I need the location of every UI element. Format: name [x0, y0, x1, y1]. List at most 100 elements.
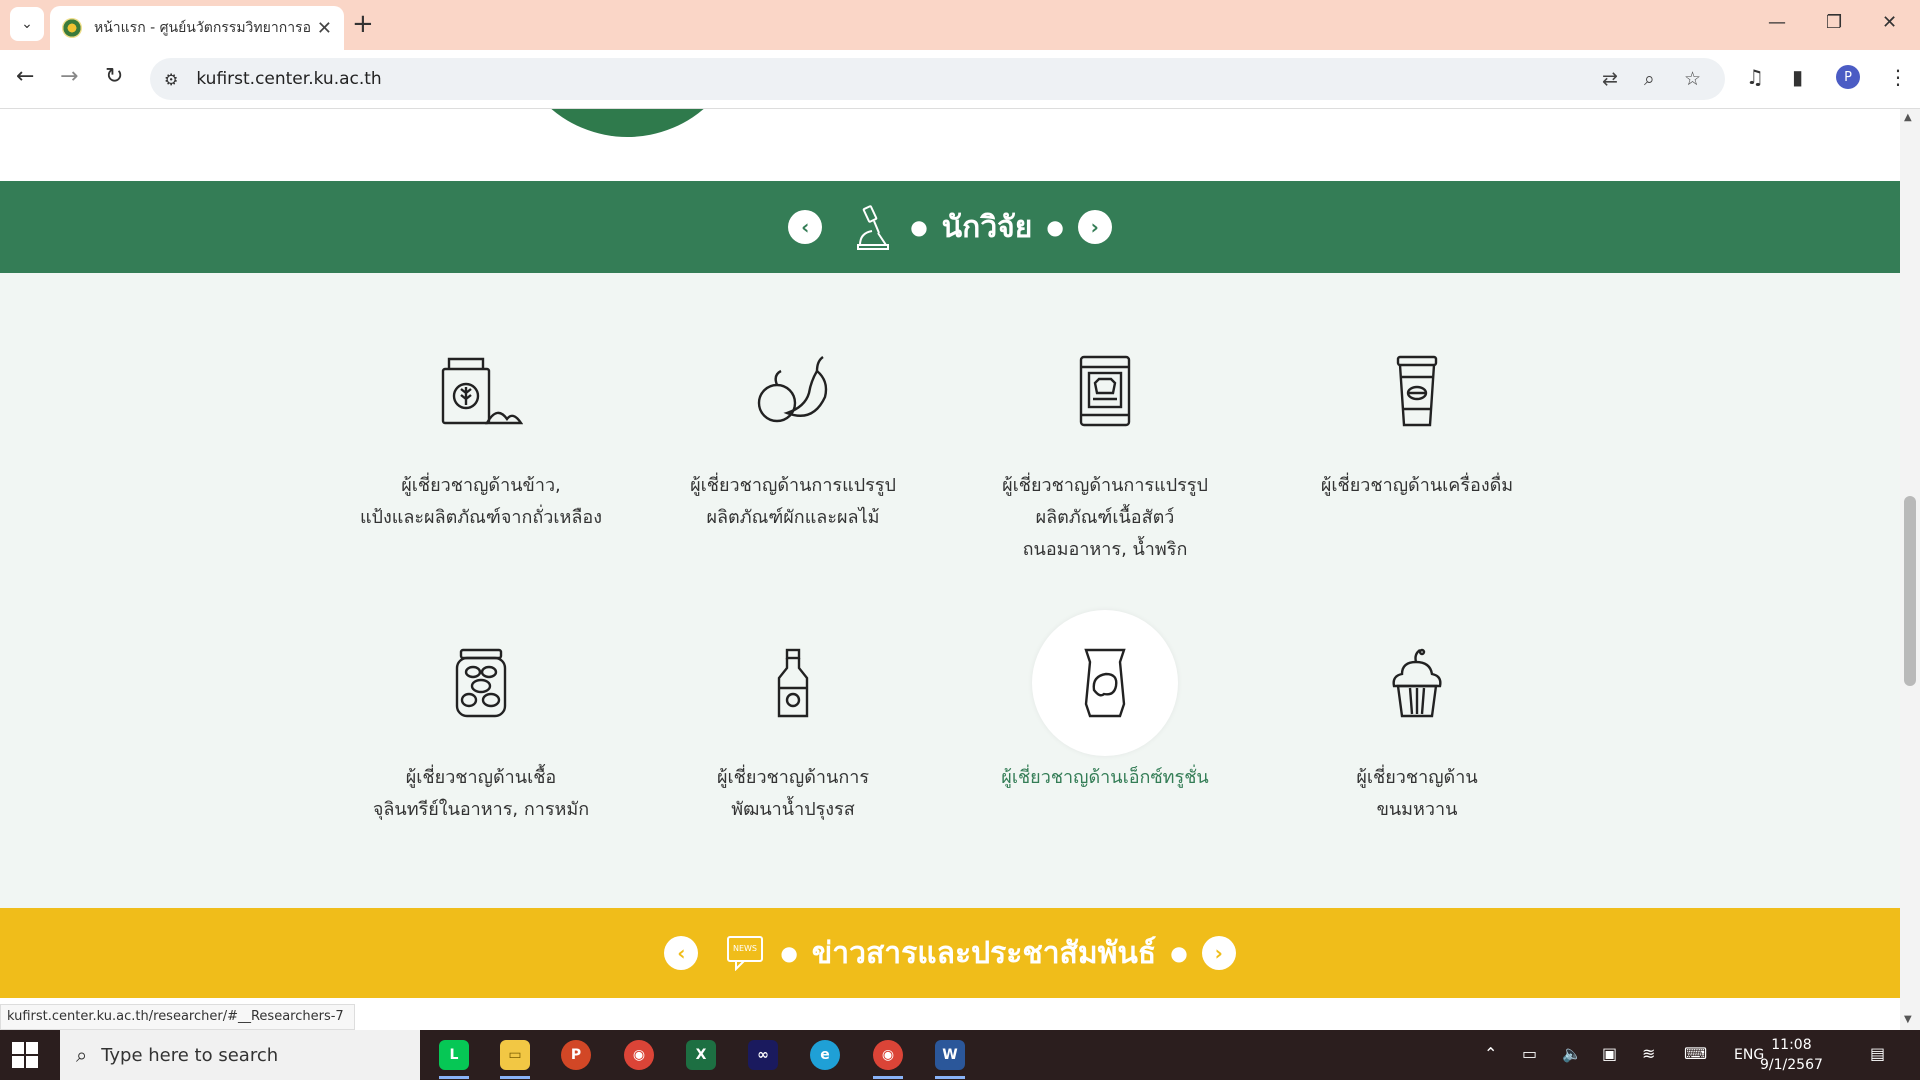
card-label-line: ผู้เชี่ยวชาญด้านข้าว,	[401, 475, 561, 496]
separator-dot: ●	[910, 215, 928, 239]
news-prev-button[interactable]: ‹	[664, 936, 699, 970]
card-label-line: ผู้เชี่ยวชาญด้านการแปรรูป	[1002, 475, 1208, 496]
profile-avatar[interactable]: P	[1836, 65, 1860, 89]
media-controls-icon[interactable]: ♫	[1746, 65, 1764, 89]
card-label-line: จุลินทรีย์ในอาหาร, การหมัก	[372, 799, 590, 820]
close-tab-icon[interactable]: ✕	[317, 18, 332, 39]
battery-icon[interactable]: ▭	[1522, 1044, 1537, 1063]
back-icon[interactable]: ←	[16, 64, 34, 89]
page-viewport: ‹ ● นักวิจัย ● › ผู้เชี่ยวชาญด้านข้าว, แ…	[0, 109, 1900, 1030]
windows-taskbar: ⌕ Type here to search L ▭ P ◉ X ∞ e ◉ W …	[0, 1030, 1920, 1080]
expert-card-dessert[interactable]: ผู้เชี่ยวชาญด้าน ขนมหวาน	[1261, 610, 1573, 826]
card-label-line: ผู้เชี่ยวชาญด้านเครื่องดื่ม	[1320, 475, 1514, 496]
researcher-next-button[interactable]: ›	[1077, 210, 1112, 244]
separator-dot: ●	[1046, 215, 1064, 239]
rice-sack-icon	[441, 357, 523, 425]
card-label-line: ผู้เชี่ยวชาญด้านเชื้อ	[405, 767, 557, 788]
card-label-line: ผลิตภัณฑ์เนื้อสัตว์	[1035, 507, 1175, 528]
expert-card-extrusion[interactable]: ผู้เชี่ยวชาญด้านเอ็กซ์ทรูชั่น	[949, 610, 1261, 794]
canned-meat-icon	[1079, 355, 1131, 427]
scroll-down-icon[interactable]: ▼	[1904, 1014, 1912, 1025]
status-link-preview: kufirst.center.ku.ac.th/researcher/#__Re…	[0, 1004, 355, 1030]
new-tab-button[interactable]: +	[352, 10, 374, 38]
search-placeholder: Type here to search	[101, 1044, 279, 1066]
chrome-icon[interactable]: ◉	[624, 1040, 654, 1070]
card-label-line: ผู้เชี่ยวชาญด้านการแปรรูป	[690, 475, 896, 496]
translate-icon[interactable]: ⇄	[1602, 68, 1618, 90]
expert-card-fruit-vegetable[interactable]: ผู้เชี่ยวชาญด้านการแปรรูป ผลิตภัณฑ์ผักแล…	[637, 318, 949, 534]
clock-date: 9/1/2567	[1760, 1057, 1823, 1073]
expert-card-fermentation[interactable]: ผู้เชี่ยวชาญด้านเชื้อ จุลินทรีย์ในอาหาร,…	[325, 610, 637, 826]
webex-icon[interactable]: ∞	[748, 1040, 778, 1070]
partial-circle-image	[510, 109, 745, 137]
expert-card-beverage[interactable]: ผู้เชี่ยวชาญด้านเครื่องดื่ม	[1261, 318, 1573, 502]
excel-icon[interactable]: X	[686, 1040, 716, 1070]
site-settings-icon[interactable]: ⚙	[164, 70, 178, 89]
microscope-icon	[857, 205, 890, 250]
separator-dot: ●	[780, 941, 798, 965]
expert-card-meat[interactable]: ผู้เชี่ยวชาญด้านการแปรรูป ผลิตภัณฑ์เนื้อ…	[949, 318, 1261, 566]
clock-time: 11:08	[1771, 1037, 1812, 1053]
clock[interactable]: 11:08 9/1/2567	[1760, 1035, 1823, 1075]
fermentation-jar-icon	[455, 648, 507, 718]
researcher-grid: ผู้เชี่ยวชาญด้านข้าว, แป้งและผลิตภัณฑ์จา…	[0, 273, 1900, 908]
url-text[interactable]: kufirst.center.ku.ac.th	[196, 69, 381, 89]
card-label-line: ถนอมอาหาร, น้ำพริก	[1022, 539, 1188, 560]
researcher-header-band: ‹ ● นักวิจัย ● ›	[0, 181, 1900, 273]
file-explorer-icon[interactable]: ▭	[500, 1040, 530, 1070]
tab-title: หน้าแรก - ศูนย์นวัตกรรมวิทยาการอ	[94, 20, 311, 36]
selected-card-highlight	[1032, 610, 1178, 756]
chevron-right-icon: ›	[1214, 941, 1223, 965]
cupcake-icon	[1392, 648, 1442, 718]
close-window-icon[interactable]: ✕	[1882, 12, 1897, 33]
tray-chevron-up-icon[interactable]: ⌃	[1484, 1044, 1497, 1063]
coffee-cup-icon	[1396, 355, 1438, 427]
notifications-icon[interactable]: ▤	[1870, 1044, 1885, 1063]
search-icon: ⌕	[76, 1043, 88, 1067]
address-bar[interactable]: ⚙ kufirst.center.ku.ac.th ⇄ ⌕ ☆	[150, 58, 1725, 100]
card-label-line: ผู้เชี่ยวชาญด้านการ	[716, 767, 869, 788]
browser-tab[interactable]: หน้าแรก - ศูนย์นวัตกรรมวิทยาการอ ✕	[50, 6, 344, 50]
chevron-left-icon: ‹	[677, 941, 686, 965]
card-label-line: แป้งและผลิตภัณฑ์จากถั่วเหลือง	[359, 507, 603, 528]
chevron-down-icon: ⌄	[21, 16, 33, 32]
snack-bag-icon	[1084, 648, 1126, 718]
separator-dot: ●	[1170, 941, 1188, 965]
forward-icon[interactable]: →	[60, 64, 78, 89]
word-icon[interactable]: W	[935, 1040, 965, 1070]
news-badge-text: NEWS	[733, 944, 757, 953]
card-label-line: ผู้เชี่ยวชาญด้านเอ็กซ์ทรูชั่น	[1001, 767, 1209, 788]
tab-search-button[interactable]: ⌄	[10, 7, 44, 41]
news-title: ข่าวสารและประชาสัมพันธ์	[811, 935, 1157, 971]
news-header-band: ‹ NEWS ● ข่าวสารและประชาสัมพันธ์ ● ›	[0, 908, 1900, 998]
fruit-vegetable-icon	[757, 356, 828, 423]
researcher-prev-button[interactable]: ‹	[788, 210, 823, 244]
chevron-right-icon: ›	[1090, 215, 1099, 239]
powerpoint-icon[interactable]: P	[561, 1040, 591, 1070]
expert-card-sauce[interactable]: ผู้เชี่ยวชาญด้านการ พัฒนาน้ำปรุงรส	[637, 610, 949, 826]
menu-icon[interactable]: ⋮	[1888, 65, 1908, 89]
edge-icon[interactable]: e	[810, 1040, 840, 1070]
display-icon[interactable]: ▣	[1602, 1044, 1617, 1063]
expert-card-rice[interactable]: ผู้เชี่ยวชาญด้านข้าว, แป้งและผลิตภัณฑ์จา…	[325, 318, 637, 534]
keyboard-icon[interactable]: ⌨	[1684, 1044, 1707, 1063]
chrome-profile-icon[interactable]: ◉	[873, 1040, 903, 1070]
reload-icon[interactable]: ↻	[105, 64, 123, 89]
zoom-icon[interactable]: ⌕	[1644, 68, 1655, 90]
bookmark-star-icon[interactable]: ☆	[1684, 68, 1701, 90]
wifi-icon[interactable]: ≋	[1642, 1044, 1655, 1063]
volume-icon[interactable]: 🔈	[1562, 1044, 1582, 1063]
windows-start-icon[interactable]	[12, 1042, 38, 1068]
restore-icon[interactable]: ❐	[1826, 12, 1842, 33]
side-panel-icon[interactable]: ▮	[1792, 65, 1803, 89]
card-label-line: ผู้เชี่ยวชาญด้าน	[1356, 767, 1478, 788]
tab-bar: ⌄ หน้าแรก - ศูนย์นวัตกรรมวิทยาการอ ✕ + —…	[0, 0, 1920, 50]
researcher-title: นักวิจัย	[941, 209, 1033, 245]
scrollbar-thumb[interactable]	[1904, 496, 1916, 686]
taskbar-search-box[interactable]: ⌕ Type here to search	[60, 1030, 420, 1080]
scroll-up-icon[interactable]: ▲	[1904, 112, 1912, 123]
news-next-button[interactable]: ›	[1201, 936, 1236, 970]
minimize-icon[interactable]: —	[1768, 12, 1786, 33]
site-favicon-icon	[62, 18, 82, 38]
line-app-icon[interactable]: L	[439, 1040, 469, 1070]
